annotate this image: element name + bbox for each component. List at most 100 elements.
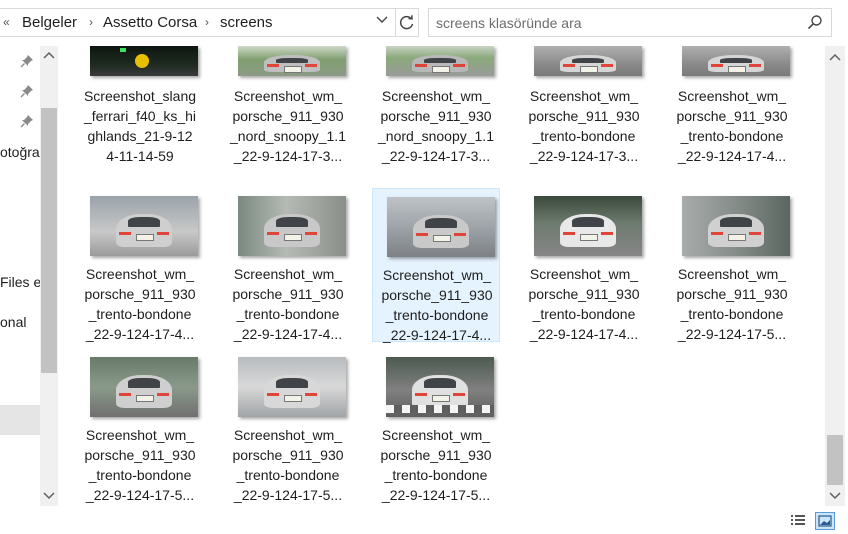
file-name-line: Screenshot_wm_	[233, 88, 343, 104]
breadcrumb-screens[interactable]: screens	[220, 14, 273, 31]
file-name-line: porsche_911_930	[232, 447, 344, 463]
file-name-line: _22-9-124-17-4...	[677, 148, 787, 164]
nav-scroll-thumb[interactable]	[41, 108, 57, 373]
large-icons-view-button[interactable]	[815, 512, 835, 530]
file-name-line: _22-9-124-17-5...	[233, 487, 343, 503]
search-box[interactable]: screens klasöründe ara	[428, 8, 832, 37]
file-name-line: porsche_911_930	[528, 108, 640, 124]
nav-item-personal[interactable]: onal	[0, 314, 26, 330]
file-thumbnail[interactable]	[386, 46, 494, 76]
file-item[interactable]: Screenshot_wm_ porsche_911_930 _trento-bon…	[76, 349, 204, 503]
file-name-line: _trento-bondone	[88, 467, 192, 483]
file-item[interactable]: Screenshot_wm_ porsche_911_930 _nord_snoop…	[224, 46, 352, 182]
file-thumbnail[interactable]	[90, 46, 198, 76]
file-name: Screenshot_wm_ porsche_911_930 _trento-bon…	[224, 264, 352, 344]
file-name-line: _ferrari_f40_ks_hi	[83, 108, 197, 124]
file-name-line: _trento-bondone	[236, 306, 340, 322]
file-name-line: _22-9-124-17-3...	[529, 148, 639, 164]
file-name-line: _22-9-124-17-5...	[381, 487, 491, 503]
scroll-down-icon[interactable]	[40, 489, 58, 504]
breadcrumb-separator-icon[interactable]: ›	[89, 15, 93, 29]
details-view-button[interactable]	[789, 512, 809, 530]
file-name-line: Screenshot_wm_	[677, 266, 787, 282]
file-item[interactable]: Screenshot_wm_ porsche_911_930 _trento-bon…	[520, 46, 648, 182]
breadcrumb-belgeler[interactable]: Belgeler	[22, 14, 77, 31]
file-name-line: Screenshot_slang	[83, 88, 197, 104]
file-thumbnail[interactable]	[90, 357, 198, 417]
chevron-down-icon[interactable]	[376, 13, 388, 28]
file-item[interactable]: Screenshot_wm_ porsche_911_930 _trento-bon…	[372, 188, 501, 345]
file-name-line: _trento-bondone	[680, 306, 784, 322]
file-item[interactable]: Screenshot_wm_ porsche_911_930 _trento-bon…	[520, 188, 648, 342]
file-name-line: _nord_snoopy_1.1	[378, 128, 494, 144]
file-item[interactable]: Screenshot_wm_ porsche_911_930 _trento-bon…	[224, 349, 352, 503]
file-item[interactable]: Screenshot_wm_ porsche_911_930 _trento-bon…	[668, 188, 796, 342]
file-thumbnail[interactable]	[534, 196, 642, 256]
breadcrumb-separator-icon[interactable]: ›	[205, 15, 209, 29]
file-name-line: _22-9-124-17-5...	[85, 487, 195, 503]
file-name: Screenshot_wm_ porsche_911_930 _trento-bon…	[668, 264, 796, 344]
file-item[interactable]: Screenshot_wm_ porsche_911_930 _trento-bon…	[372, 349, 500, 503]
address-bar[interactable]: « Belgeler › Assetto Corsa › screens	[0, 8, 419, 37]
nav-item-files[interactable]: Files e	[0, 274, 41, 290]
pin-icon	[20, 84, 34, 103]
file-item[interactable]: Screenshot_wm_ porsche_911_930 _trento-bon…	[224, 188, 352, 342]
content-scrollbar[interactable]	[825, 46, 845, 506]
file-thumbnail[interactable]	[682, 46, 790, 76]
details-view-icon	[791, 515, 805, 525]
file-name-line: porsche_911_930	[381, 287, 493, 303]
file-name: Screenshot_wm_ porsche_911_930 _nord_snoop…	[372, 86, 500, 166]
pin-icon	[20, 114, 34, 133]
file-name: Screenshot_slang _ferrari_f40_ks_hi ghland…	[76, 86, 204, 166]
file-name: Screenshot_wm_ porsche_911_930 _trento-bon…	[76, 264, 204, 344]
nav-item-photos[interactable]: otoğra	[0, 144, 40, 160]
address-toolbar: « Belgeler › Assetto Corsa › screens scr…	[0, 0, 848, 46]
file-name-line: porsche_911_930	[84, 447, 196, 463]
file-thumbnail[interactable]	[238, 196, 346, 256]
scroll-up-icon[interactable]	[40, 48, 58, 63]
file-item[interactable]: Screenshot_wm_ porsche_911_930 _trento-bon…	[668, 46, 796, 182]
refresh-button[interactable]	[395, 9, 418, 36]
file-name-line: _trento-bondone	[236, 467, 340, 483]
file-grid: Screenshot_slang _ferrari_f40_ks_hi ghland…	[60, 46, 824, 506]
file-name-line: _22-9-124-17-4...	[233, 326, 343, 342]
file-name-line: Screenshot_wm_	[529, 266, 639, 282]
file-item[interactable]: Screenshot_slang _ferrari_f40_ks_hi ghland…	[76, 46, 204, 182]
file-thumbnail[interactable]	[534, 46, 642, 76]
breadcrumb-overflow-icon[interactable]: «	[3, 15, 10, 29]
file-name: Screenshot_wm_ porsche_911_930 _trento-bon…	[520, 86, 648, 166]
pin-icon	[20, 54, 34, 73]
file-thumbnail[interactable]	[238, 357, 346, 417]
file-name-line: _22-9-124-17-3...	[381, 148, 491, 164]
file-name-line: _22-9-124-17-4...	[382, 327, 492, 343]
file-name-line: Screenshot_wm_	[381, 88, 491, 104]
file-name: Screenshot_wm_ porsche_911_930 _trento-bon…	[668, 86, 796, 166]
nav-item-selected[interactable]	[0, 405, 40, 435]
file-name-line: Screenshot_wm_	[233, 266, 343, 282]
large-icons-view-icon	[818, 515, 832, 527]
file-name-line: _nord_snoopy_1.1	[230, 128, 346, 144]
file-name-line: _trento-bondone	[680, 128, 784, 144]
file-thumbnail[interactable]	[387, 197, 495, 257]
file-thumbnail[interactable]	[682, 196, 790, 256]
file-name: Screenshot_wm_ porsche_911_930 _trento-bon…	[373, 265, 501, 345]
search-icon[interactable]	[807, 14, 823, 35]
file-item[interactable]: Screenshot_wm_ porsche_911_930 _nord_snoop…	[372, 46, 500, 182]
file-name-line: _22-9-124-17-4...	[85, 326, 195, 342]
file-thumbnail[interactable]	[238, 46, 346, 76]
scroll-down-icon[interactable]	[826, 489, 844, 504]
file-name-line: porsche_911_930	[380, 447, 492, 463]
file-name: Screenshot_wm_ porsche_911_930 _nord_snoop…	[224, 86, 352, 166]
search-input[interactable]: screens klasöründe ara	[436, 15, 582, 31]
file-name-line: _22-9-124-17-4...	[529, 326, 639, 342]
file-name-line: _trento-bondone	[385, 307, 489, 323]
file-thumbnail[interactable]	[386, 357, 494, 417]
scroll-up-icon[interactable]	[826, 50, 844, 65]
nav-scrollbar[interactable]	[40, 46, 58, 506]
file-name-line: porsche_911_930	[84, 286, 196, 302]
breadcrumb-assetto-corsa[interactable]: Assetto Corsa	[103, 14, 197, 31]
file-item[interactable]: Screenshot_wm_ porsche_911_930 _trento-bon…	[76, 188, 204, 342]
file-thumbnail[interactable]	[90, 196, 198, 256]
content-scroll-thumb[interactable]	[827, 435, 843, 485]
file-name-line: Screenshot_wm_	[382, 267, 492, 283]
